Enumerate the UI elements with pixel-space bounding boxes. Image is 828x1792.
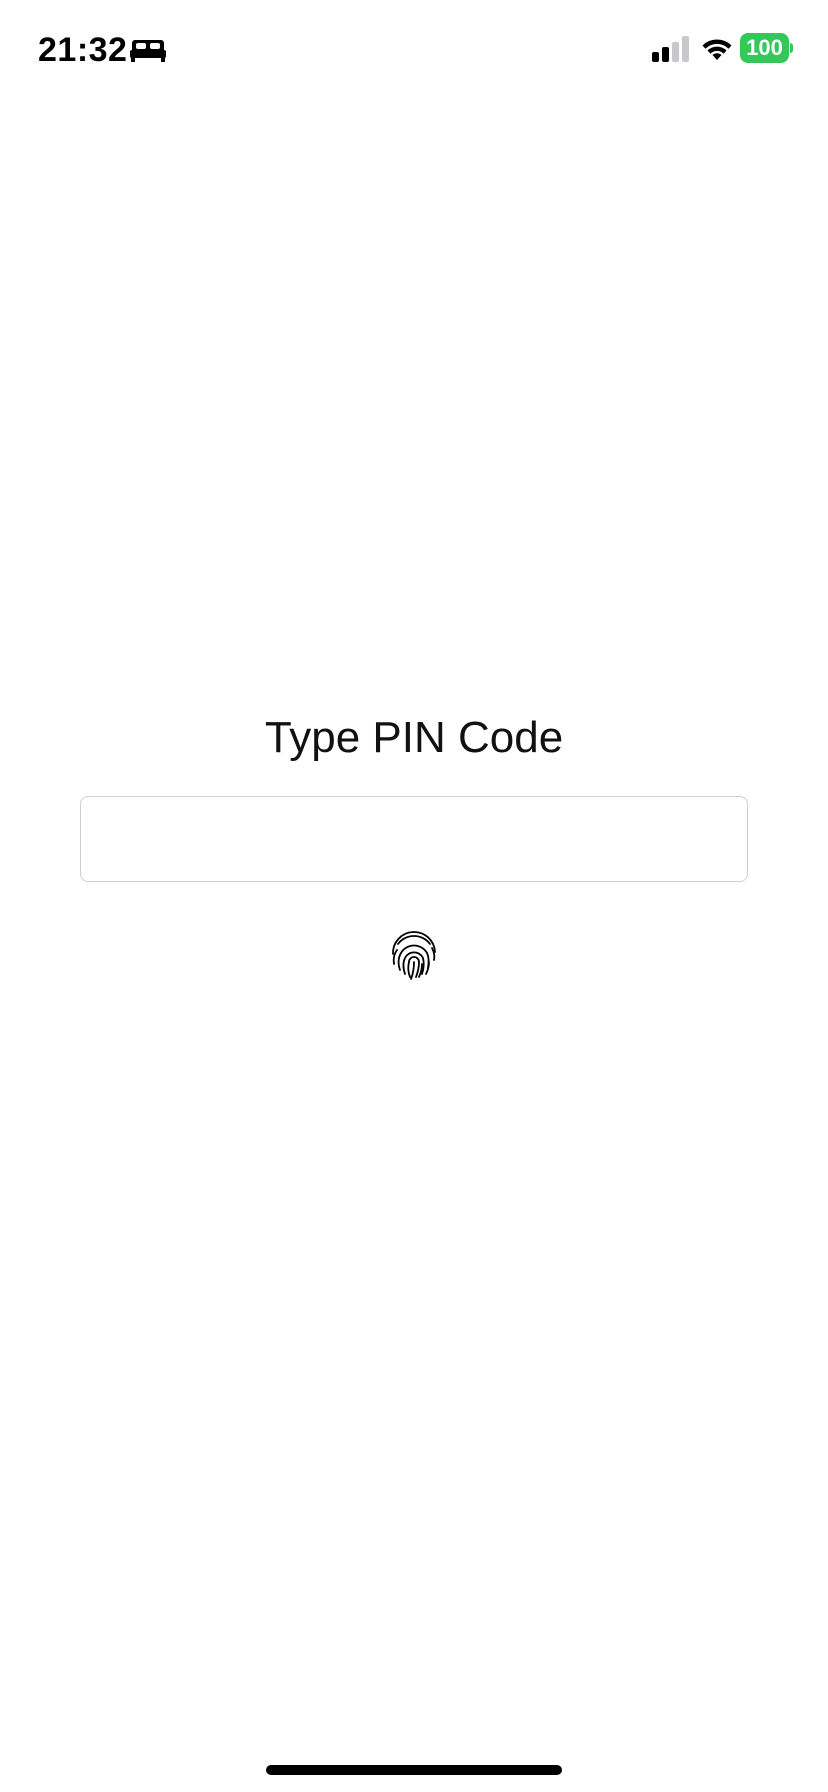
pin-entry-screen: 21:32 100 Type PIN Code: [0, 0, 828, 1792]
pin-input[interactable]: [80, 796, 748, 882]
wifi-icon: [702, 39, 732, 60]
bed-icon: [130, 40, 166, 62]
battery-indicator: 100: [740, 33, 793, 65]
battery-level: 100: [740, 33, 789, 63]
cellular-signal-icon: [652, 36, 689, 62]
status-time: 21:32: [38, 31, 128, 69]
battery-cap: [790, 43, 793, 53]
page-title: Type PIN Code: [264, 713, 564, 762]
status-bar: 21:32 100: [0, 0, 828, 100]
fingerprint-icon: [392, 931, 436, 980]
home-indicator[interactable]: [266, 1765, 562, 1775]
fingerprint-button[interactable]: [388, 930, 440, 982]
